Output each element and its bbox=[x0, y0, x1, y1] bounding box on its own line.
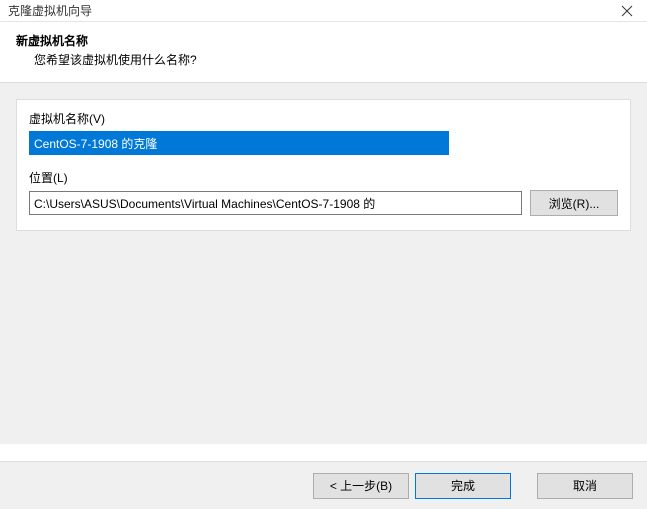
close-icon bbox=[621, 5, 633, 17]
cancel-button[interactable]: 取消 bbox=[537, 473, 633, 499]
vm-name-label: 虚拟机名称(V) bbox=[29, 110, 618, 127]
form-panel: 虚拟机名称(V) 位置(L) 浏览(R)... bbox=[16, 99, 631, 231]
wizard-header: 新虚拟机名称 您希望该虚拟机使用什么名称? bbox=[0, 22, 647, 83]
window-title: 克隆虚拟机向导 bbox=[8, 2, 92, 19]
browse-button[interactable]: 浏览(R)... bbox=[530, 190, 618, 216]
back-button[interactable]: < 上一步(B) bbox=[313, 473, 409, 499]
page-title: 新虚拟机名称 bbox=[16, 32, 631, 49]
titlebar: 克隆虚拟机向导 bbox=[0, 0, 647, 22]
location-input[interactable] bbox=[29, 191, 522, 215]
close-button[interactable] bbox=[613, 1, 641, 21]
finish-button[interactable]: 完成 bbox=[415, 473, 511, 499]
page-subtitle: 您希望该虚拟机使用什么名称? bbox=[16, 51, 631, 68]
wizard-footer: < 上一步(B) 完成 取消 bbox=[0, 461, 647, 509]
content-area: 虚拟机名称(V) 位置(L) 浏览(R)... bbox=[0, 83, 647, 444]
location-group: 位置(L) 浏览(R)... bbox=[29, 169, 618, 216]
location-label: 位置(L) bbox=[29, 169, 618, 186]
vm-name-group: 虚拟机名称(V) bbox=[29, 110, 618, 155]
vm-name-input[interactable] bbox=[29, 131, 449, 155]
